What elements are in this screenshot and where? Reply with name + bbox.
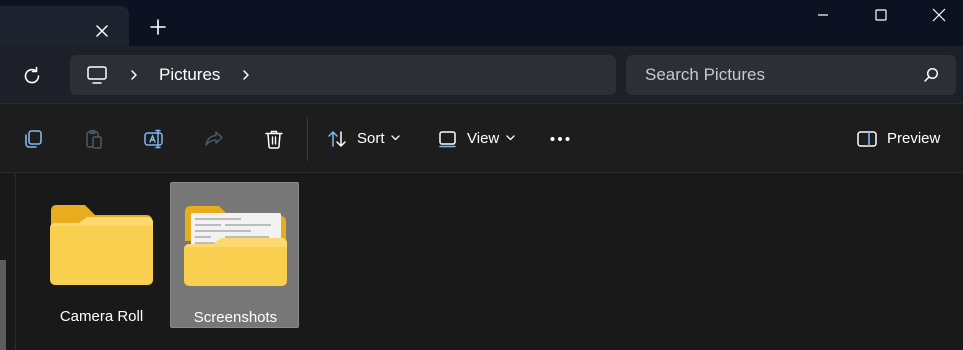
this-pc-icon[interactable] (86, 65, 108, 85)
folder-with-preview-icon (184, 206, 287, 286)
paste-icon[interactable] (83, 128, 105, 150)
ellipsis-icon[interactable] (549, 128, 571, 150)
search-placeholder: Search Pictures (645, 65, 765, 84)
folder-icon (50, 205, 153, 285)
delete-icon[interactable] (263, 128, 285, 150)
navigation-pane-divider[interactable] (15, 174, 16, 350)
preview-pane-icon[interactable] (856, 128, 878, 150)
chevron-right-icon[interactable] (240, 68, 252, 82)
folder-camera-roll[interactable]: Camera Roll (37, 182, 166, 328)
close-icon[interactable] (921, 2, 957, 28)
copy-icon[interactable] (22, 128, 44, 150)
search-icon[interactable] (922, 66, 940, 84)
preview-button[interactable]: Preview (887, 130, 940, 148)
maximize-icon[interactable] (863, 2, 899, 28)
sort-button[interactable]: Sort (357, 130, 385, 148)
view-icon[interactable] (437, 128, 459, 150)
sort-icon[interactable] (326, 128, 348, 150)
chevron-down-icon[interactable] (506, 135, 515, 141)
refresh-icon[interactable] (20, 64, 44, 88)
command-bar: Sort View Preview (0, 105, 963, 173)
chevron-down-icon[interactable] (391, 135, 400, 141)
title-bar (0, 0, 963, 46)
view-button[interactable]: View (467, 130, 499, 148)
tab-pictures[interactable] (0, 6, 129, 46)
search-input[interactable]: Search Pictures (626, 55, 956, 95)
breadcrumb-pictures[interactable]: Pictures (159, 65, 220, 85)
chevron-right-icon[interactable] (128, 68, 140, 82)
rename-icon[interactable] (143, 128, 165, 150)
folder-label: Camera Roll (59, 308, 144, 325)
address-bar[interactable]: Pictures (70, 55, 616, 95)
navigation-pane-scrollbar[interactable] (0, 260, 6, 350)
share-icon[interactable] (203, 128, 225, 150)
minimize-icon[interactable] (805, 2, 841, 28)
toolbar-separator (307, 117, 308, 161)
folder-label: Screenshots (193, 309, 278, 326)
plus-icon[interactable] (147, 16, 169, 38)
close-icon[interactable] (91, 20, 113, 42)
address-row: Pictures Search Pictures (0, 46, 963, 104)
file-list: Camera Roll Screenshots (0, 174, 963, 350)
folder-screenshots[interactable]: Screenshots (170, 182, 299, 328)
